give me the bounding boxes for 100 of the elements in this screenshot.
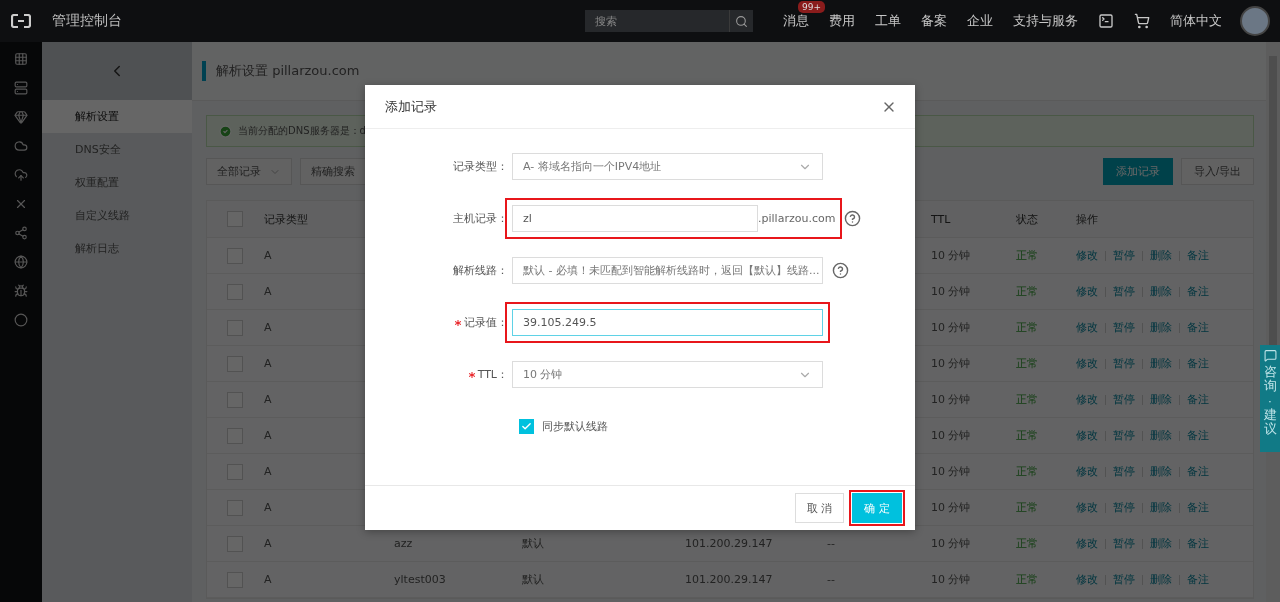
action-link[interactable]: 修改 bbox=[1076, 500, 1098, 515]
dialog-title: 添加记录 bbox=[385, 97, 437, 116]
action-link[interactable]: 删除 bbox=[1150, 392, 1172, 407]
action-link[interactable]: 备注 bbox=[1187, 320, 1209, 335]
action-link[interactable]: 暂停 bbox=[1113, 536, 1135, 551]
column-header: 状态 bbox=[1015, 211, 1039, 227]
avatar[interactable] bbox=[1240, 6, 1270, 36]
nodes-icon[interactable] bbox=[14, 226, 28, 240]
action-link[interactable]: 暂停 bbox=[1113, 500, 1135, 515]
action-link[interactable]: 备注 bbox=[1187, 536, 1209, 551]
action-link[interactable]: 删除 bbox=[1150, 284, 1172, 299]
nav-link[interactable]: 支持与服务 bbox=[1013, 12, 1078, 30]
action-link[interactable]: 备注 bbox=[1187, 464, 1209, 479]
sidebar-item[interactable]: 解析设置 bbox=[42, 100, 192, 133]
checkbox[interactable] bbox=[519, 419, 534, 434]
action-link[interactable]: 删除 bbox=[1150, 356, 1172, 371]
check-circle-icon bbox=[219, 124, 232, 138]
bug-icon[interactable] bbox=[14, 284, 28, 298]
action-link[interactable]: 删除 bbox=[1150, 320, 1172, 335]
action-link[interactable]: 删除 bbox=[1150, 500, 1172, 515]
action-link[interactable]: 暂停 bbox=[1113, 464, 1135, 479]
help-icon[interactable] bbox=[844, 210, 862, 227]
action-link[interactable]: 修改 bbox=[1076, 392, 1098, 407]
action-link[interactable]: 备注 bbox=[1187, 500, 1209, 515]
action-link[interactable]: 删除 bbox=[1150, 464, 1172, 479]
add-record-button[interactable]: 添加记录 bbox=[1102, 158, 1173, 185]
check-icon bbox=[521, 421, 532, 432]
action-link[interactable]: 删除 bbox=[1150, 572, 1172, 587]
cloud-upload-icon[interactable] bbox=[14, 168, 28, 182]
count-badge: 99+ bbox=[798, 1, 825, 13]
action-link[interactable]: 暂停 bbox=[1113, 248, 1135, 263]
action-link[interactable]: 备注 bbox=[1187, 284, 1209, 299]
feedback-tab[interactable]: 咨询·建议 bbox=[1260, 345, 1280, 452]
cart-icon[interactable] bbox=[1134, 13, 1150, 29]
nav-link[interactable]: 企业 bbox=[967, 12, 993, 30]
nav-link[interactable]: 费用 bbox=[829, 12, 855, 30]
action-link[interactable]: 备注 bbox=[1187, 572, 1209, 587]
column-header: 记录类型 bbox=[263, 211, 309, 227]
status-text: 正常 bbox=[1015, 320, 1039, 335]
table-cell-text: 10 分钟 bbox=[930, 248, 972, 263]
select-field[interactable]: 默认 - 必填！未匹配到智能解析线路时，返回【默认】线路... bbox=[512, 257, 823, 284]
action-link[interactable]: 删除 bbox=[1150, 248, 1172, 263]
globe-icon[interactable] bbox=[14, 255, 28, 269]
action-link[interactable]: 修改 bbox=[1076, 572, 1098, 587]
action-link[interactable]: 删除 bbox=[1150, 536, 1172, 551]
nav-link[interactable]: 消息 bbox=[783, 12, 809, 30]
table-cell-text: 10 分钟 bbox=[930, 392, 972, 407]
nav-link[interactable]: 工单 bbox=[875, 12, 901, 30]
action-link[interactable]: 备注 bbox=[1187, 428, 1209, 443]
gem-icon[interactable] bbox=[14, 110, 28, 124]
search-input[interactable]: 搜索 bbox=[585, 10, 729, 32]
table-cell-text: azz bbox=[393, 537, 414, 550]
table-cell-text: yltest003 bbox=[393, 573, 447, 586]
action-link[interactable]: 修改 bbox=[1076, 356, 1098, 371]
search-icon[interactable] bbox=[729, 10, 753, 32]
action-link[interactable]: 修改 bbox=[1076, 248, 1098, 263]
table-cell-text: A bbox=[263, 249, 273, 262]
terminal-icon[interactable] bbox=[1098, 13, 1114, 29]
table-cell-text: 10 分钟 bbox=[930, 536, 972, 551]
checkbox-label[interactable]: 同步默认线路 bbox=[519, 419, 608, 434]
action-link[interactable]: 暂停 bbox=[1113, 320, 1135, 335]
confirm-button[interactable]: 确 定 bbox=[852, 493, 902, 523]
column-header: TTL bbox=[930, 212, 952, 226]
server-icon[interactable] bbox=[14, 81, 28, 95]
table-cell-text: 10 分钟 bbox=[930, 320, 972, 335]
nav-link[interactable]: 备案 bbox=[921, 12, 947, 30]
action-link[interactable]: 暂停 bbox=[1113, 572, 1135, 587]
action-link[interactable]: 备注 bbox=[1187, 248, 1209, 263]
grid-icon[interactable] bbox=[14, 52, 28, 66]
console-title: 管理控制台 bbox=[52, 12, 123, 30]
cancel-button[interactable]: 取 消 bbox=[795, 493, 844, 523]
language-link[interactable]: 简体中文 bbox=[1170, 12, 1222, 30]
text-input[interactable]: 39.105.249.5 bbox=[512, 309, 823, 336]
domain-suffix: .pillarzou.com bbox=[758, 212, 836, 225]
page-title: 解析设置 pillarzou.com bbox=[216, 62, 360, 80]
action-link[interactable]: 修改 bbox=[1076, 320, 1098, 335]
action-link[interactable]: 删除 bbox=[1150, 428, 1172, 443]
cloud-icon[interactable] bbox=[14, 139, 28, 153]
column-header: 操作 bbox=[1075, 211, 1099, 227]
action-link[interactable]: 备注 bbox=[1187, 392, 1209, 407]
action-link[interactable]: 备注 bbox=[1187, 356, 1209, 371]
select-field[interactable]: A- 将域名指向一个IPV4地址 bbox=[512, 153, 823, 180]
help-icon[interactable] bbox=[832, 262, 849, 279]
action-link[interactable]: 修改 bbox=[1076, 284, 1098, 299]
action-link[interactable]: 修改 bbox=[1076, 536, 1098, 551]
table-cell-text: A bbox=[263, 501, 273, 514]
table-cell-text: 10 分钟 bbox=[930, 428, 972, 443]
table-cell-text: 默认 bbox=[521, 572, 545, 587]
cross-icon[interactable] bbox=[14, 197, 28, 211]
action-link[interactable]: 修改 bbox=[1076, 464, 1098, 479]
table-cell-text: 10 分钟 bbox=[930, 464, 972, 479]
select-field[interactable]: 10 分钟 bbox=[512, 361, 823, 388]
action-link[interactable]: 暂停 bbox=[1113, 284, 1135, 299]
text-input[interactable]: zl bbox=[512, 205, 758, 232]
table-cell-text: A bbox=[263, 573, 273, 586]
action-link[interactable]: 修改 bbox=[1076, 428, 1098, 443]
action-link[interactable]: 暂停 bbox=[1113, 428, 1135, 443]
circle-icon[interactable] bbox=[14, 313, 28, 327]
action-link[interactable]: 暂停 bbox=[1113, 392, 1135, 407]
action-link[interactable]: 暂停 bbox=[1113, 356, 1135, 371]
